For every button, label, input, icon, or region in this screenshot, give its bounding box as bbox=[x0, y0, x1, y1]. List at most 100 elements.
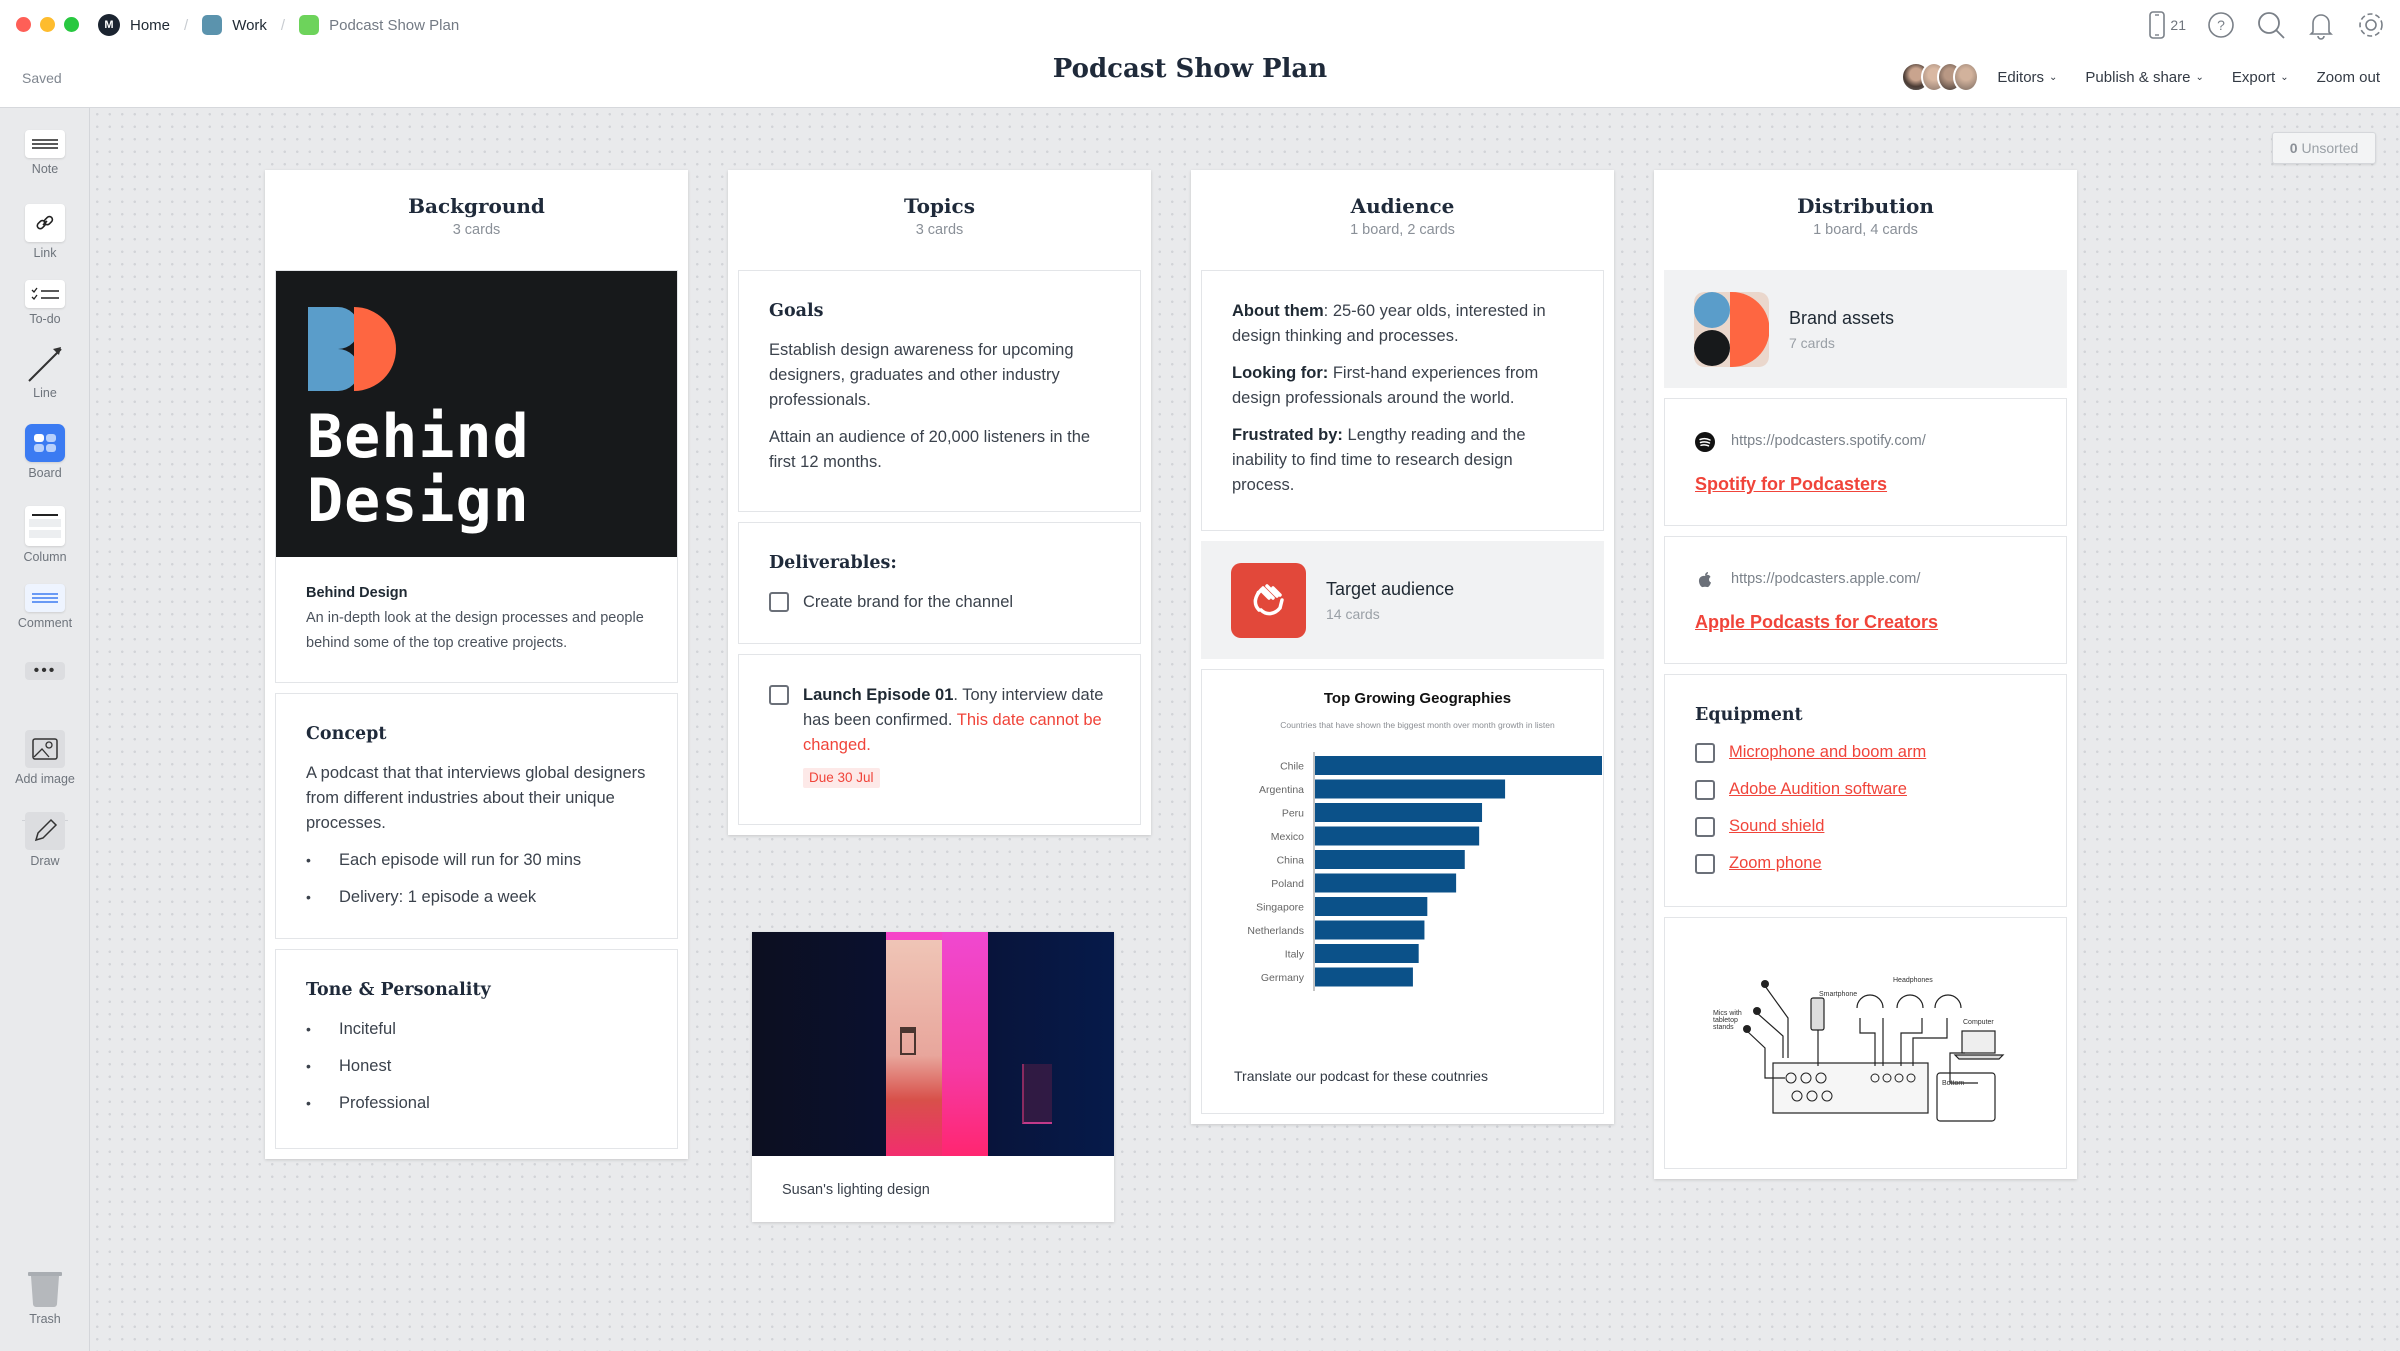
todo-text[interactable]: Create brand for the channel bbox=[803, 590, 1013, 615]
todo-content: Launch Episode 01. Tony interview date h… bbox=[803, 683, 1110, 790]
bar-argentina bbox=[1315, 779, 1506, 799]
todo-link[interactable]: Sound shield bbox=[1729, 814, 1824, 839]
column-audience[interactable]: Audience 1 board, 2 cards About them: 25… bbox=[1191, 170, 1614, 1124]
behind-design-image-card[interactable]: Behind Design Behind Design An in-depth … bbox=[275, 270, 678, 683]
trash-button[interactable]: Trash bbox=[0, 1270, 90, 1326]
publish-label: Publish & share bbox=[2085, 68, 2191, 86]
concept-card[interactable]: Concept A podcast that that interviews g… bbox=[275, 693, 678, 939]
todo-checkbox[interactable] bbox=[769, 685, 789, 705]
card-heading: Tone & Personality bbox=[306, 980, 491, 1000]
column-title[interactable]: Distribution bbox=[1664, 194, 2067, 218]
link-url-row: https://podcasters.apple.com/ bbox=[1695, 567, 2036, 592]
tool-more[interactable]: ••• bbox=[0, 662, 90, 680]
help-button[interactable]: ? bbox=[2206, 10, 2236, 40]
equipment-card[interactable]: Equipment Microphone and boom arm Adobe … bbox=[1664, 674, 2067, 907]
todo-checkbox[interactable] bbox=[1695, 816, 1715, 837]
tool-note[interactable]: Note bbox=[0, 130, 90, 176]
column-count: 1 board, 2 cards bbox=[1350, 222, 1455, 238]
mobile-devices-button[interactable]: 21 bbox=[2148, 10, 2186, 40]
tool-line[interactable]: Line bbox=[0, 344, 90, 400]
column-background[interactable]: Background 3 cards Behind Design Behind … bbox=[265, 170, 688, 1159]
card-text: A podcast that that interviews global de… bbox=[306, 764, 646, 832]
column-title[interactable]: Topics bbox=[738, 194, 1141, 218]
tool-comment[interactable]: Comment bbox=[0, 584, 90, 630]
maximize-window-button[interactable] bbox=[64, 17, 79, 32]
bullet-icon: • bbox=[306, 1095, 311, 1111]
column-title[interactable]: Background bbox=[275, 194, 678, 218]
launch-episode-card[interactable]: Launch Episode 01. Tony interview date h… bbox=[738, 654, 1141, 825]
todo-link[interactable]: Zoom phone bbox=[1729, 851, 1822, 876]
minimize-window-button[interactable] bbox=[40, 17, 55, 32]
column-count: 3 cards bbox=[915, 222, 964, 238]
photo-chair bbox=[1022, 1064, 1052, 1124]
list-item-text: Delivery: 1 episode a week bbox=[339, 888, 537, 906]
list-item-text: Professional bbox=[339, 1094, 430, 1112]
setup-diagram-card[interactable]: Mics with tabletop stands Smartphone Hea… bbox=[1664, 917, 2067, 1169]
lighting-photo-card[interactable]: Susan's lighting design bbox=[752, 932, 1114, 1222]
unsorted-button[interactable]: 0 Unsorted bbox=[2272, 132, 2376, 164]
bar-chile bbox=[1315, 756, 1603, 775]
svg-text:?: ? bbox=[2217, 17, 2225, 33]
art-text-line: Behind bbox=[307, 402, 530, 472]
tool-todo[interactable]: To-do bbox=[0, 280, 90, 326]
bar-mexico bbox=[1315, 826, 1480, 846]
notifications-button[interactable] bbox=[2306, 10, 2336, 40]
column-header: Topics 3 cards bbox=[738, 170, 1141, 270]
brand-assets-board[interactable]: Brand assets 7 cards bbox=[1664, 270, 2067, 388]
tool-link[interactable]: Link bbox=[0, 204, 90, 260]
apple-link-card[interactable]: https://podcasters.apple.com/ Apple Podc… bbox=[1664, 536, 2067, 664]
breadcrumb-work[interactable]: Work bbox=[202, 15, 267, 35]
line-arrow-icon bbox=[25, 344, 65, 382]
settings-button[interactable] bbox=[2356, 10, 2386, 40]
deliverables-card[interactable]: Deliverables: Create brand for the chann… bbox=[738, 522, 1141, 644]
editors-menu[interactable]: Editors ⌄ bbox=[1997, 69, 2057, 86]
apple-link[interactable]: Apple Podcasts for Creators bbox=[1695, 610, 2036, 635]
breadcrumb-separator: / bbox=[280, 16, 286, 34]
board-icon bbox=[25, 424, 65, 462]
todo-checkbox[interactable] bbox=[769, 592, 789, 612]
breadcrumb-current[interactable]: Podcast Show Plan bbox=[299, 15, 459, 35]
category-label: Mexico bbox=[1271, 831, 1304, 843]
column-title[interactable]: Audience bbox=[1201, 194, 1604, 218]
category-label: Germany bbox=[1261, 972, 1305, 984]
todo-item: Create brand for the channel bbox=[769, 590, 1110, 615]
top-bar: M Home / Work / Podcast Show Plan Saved … bbox=[0, 0, 2400, 108]
audience-profile-card[interactable]: About them: 25-60 year olds, interested … bbox=[1201, 270, 1604, 531]
breadcrumb-separator: / bbox=[184, 16, 189, 34]
spotify-link[interactable]: Spotify for Podcasters bbox=[1695, 472, 2036, 497]
photo-pink-wall bbox=[942, 932, 988, 1156]
todo-link[interactable]: Adobe Audition software bbox=[1729, 777, 1907, 802]
bullet-icon: • bbox=[306, 889, 311, 905]
breadcrumb-home[interactable]: M Home bbox=[98, 14, 170, 36]
growth-chart-card[interactable]: Top Growing Geographies Countries that h… bbox=[1201, 669, 1604, 1114]
export-menu[interactable]: Export ⌄ bbox=[2232, 69, 2289, 86]
category-label: Netherlands bbox=[1247, 925, 1304, 937]
todo-text[interactable]: Launch Episode 01. Tony interview date h… bbox=[803, 683, 1110, 758]
todo-checkbox[interactable] bbox=[1695, 853, 1715, 874]
tool-draw[interactable]: Draw bbox=[0, 812, 90, 868]
tool-board[interactable]: Board bbox=[0, 424, 90, 480]
target-audience-board[interactable]: Target audience 14 cards bbox=[1201, 541, 1604, 659]
column-distribution[interactable]: Distribution 1 board, 4 cards Brand asse… bbox=[1654, 170, 2077, 1179]
column-topics[interactable]: Topics 3 cards Goals Establish design aw… bbox=[728, 170, 1151, 835]
close-window-button[interactable] bbox=[16, 17, 31, 32]
publish-share-menu[interactable]: Publish & share ⌄ bbox=[2085, 69, 2203, 86]
todo-checkbox[interactable] bbox=[1695, 742, 1715, 763]
due-date-badge[interactable]: Due 30 Jul bbox=[803, 768, 880, 788]
tool-add-image[interactable]: Add image bbox=[0, 730, 90, 786]
milanote-logo-icon: M bbox=[98, 14, 120, 36]
goals-card[interactable]: Goals Establish design awareness for upc… bbox=[738, 270, 1141, 512]
search-button[interactable] bbox=[2256, 10, 2286, 40]
tool-sidebar: Note Link To-do Line Board Column Commen… bbox=[0, 108, 90, 1351]
category-label: Italy bbox=[1285, 949, 1305, 961]
zoom-out-button[interactable]: Zoom out bbox=[2317, 69, 2380, 86]
breadcrumb-home-label: Home bbox=[130, 16, 171, 34]
chevron-down-icon: ⌄ bbox=[2049, 71, 2058, 83]
diagram-label-smartphone: Smartphone bbox=[1819, 991, 1857, 998]
editor-avatars[interactable] bbox=[1901, 62, 1980, 92]
todo-checkbox[interactable] bbox=[1695, 779, 1715, 800]
tone-personality-card[interactable]: Tone & Personality • Inciteful • Honest • P… bbox=[275, 949, 678, 1149]
tool-column[interactable]: Column bbox=[0, 506, 90, 564]
spotify-link-card[interactable]: https://podcasters.spotify.com/ Spotify … bbox=[1664, 398, 2067, 526]
todo-link[interactable]: Microphone and boom arm bbox=[1729, 740, 1926, 765]
